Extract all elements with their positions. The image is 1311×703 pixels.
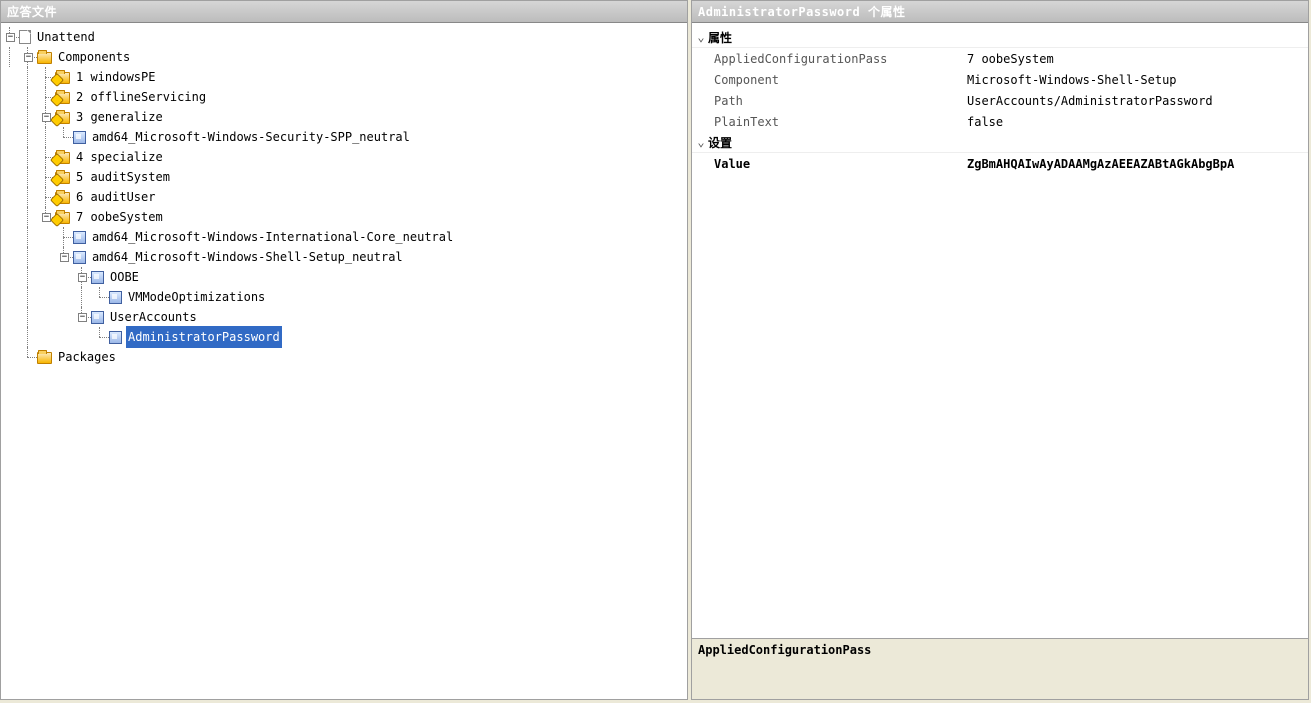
- component-icon: [91, 311, 104, 324]
- tree-label: 5 auditSystem: [74, 166, 172, 188]
- tree-label: 4 specialize: [74, 146, 165, 168]
- category-attributes[interactable]: ⌄ 属性: [692, 27, 1308, 48]
- pass-icon: [55, 152, 70, 164]
- chevron-down-icon[interactable]: ⌄: [694, 135, 708, 149]
- pass-icon: [55, 212, 70, 224]
- property-row-path[interactable]: Path UserAccounts/AdministratorPassword: [692, 90, 1308, 111]
- pass-icon: [55, 172, 70, 184]
- property-row-component[interactable]: Component Microsoft-Windows-Shell-Setup: [692, 69, 1308, 90]
- tree-view[interactable]: − Unattend − Components 1 windowsPE: [1, 23, 687, 699]
- document-icon: [19, 30, 31, 44]
- property-value: 7 oobeSystem: [967, 52, 1308, 66]
- tree-label: 2 offlineServicing: [74, 86, 208, 108]
- pass-icon: [55, 72, 70, 84]
- property-value: Microsoft-Windows-Shell-Setup: [967, 73, 1308, 87]
- tree-node-pass-oobesystem[interactable]: − 7 oobeSystem: [1, 207, 687, 227]
- tree-node-component-intlcore[interactable]: amd64_Microsoft-Windows-International-Co…: [1, 227, 687, 247]
- tree-node-pass-specialize[interactable]: 4 specialize: [1, 147, 687, 167]
- tree-node-useraccounts[interactable]: − UserAccounts: [1, 307, 687, 327]
- tree-label-selected: AdministratorPassword: [126, 326, 282, 348]
- answer-file-panel: 应答文件 − Unattend − Components: [0, 0, 688, 700]
- property-name: Component: [692, 73, 967, 87]
- expander-icon[interactable]: −: [60, 253, 69, 262]
- property-row-value[interactable]: Value ZgBmAHQAIwAyADAAMgAzAEEAZABtAGkAbg…: [692, 153, 1308, 174]
- tree-label: VMModeOptimizations: [126, 286, 267, 308]
- description-panel: AppliedConfigurationPass: [692, 638, 1308, 699]
- tree-node-pass-generalize[interactable]: − 3 generalize: [1, 107, 687, 127]
- component-icon: [73, 251, 86, 264]
- property-value: UserAccounts/AdministratorPassword: [967, 94, 1308, 108]
- tree-node-oobe[interactable]: − OOBE: [1, 267, 687, 287]
- tree-label: 7 oobeSystem: [74, 206, 165, 228]
- component-icon: [91, 271, 104, 284]
- tree-node-vmmode[interactable]: VMModeOptimizations: [1, 287, 687, 307]
- tree-label: Unattend: [35, 26, 97, 48]
- tree-label: amd64_Microsoft-Windows-Shell-Setup_neut…: [90, 246, 405, 268]
- component-icon: [109, 291, 122, 304]
- properties-panel: AdministratorPassword 个属性 ⌄ 属性 AppliedCo…: [691, 0, 1309, 700]
- left-panel-title: 应答文件: [1, 1, 687, 23]
- property-value[interactable]: ZgBmAHQAIwAyADAAMgAzAEEAZABtAGkAbgBpA: [967, 157, 1308, 171]
- tree-label: 3 generalize: [74, 106, 165, 128]
- description-title: AppliedConfigurationPass: [698, 643, 1302, 657]
- pass-icon: [55, 192, 70, 204]
- property-name: Value: [692, 157, 967, 171]
- component-icon: [73, 231, 86, 244]
- tree-label: UserAccounts: [108, 306, 199, 328]
- tree-node-components[interactable]: − Components: [1, 47, 687, 67]
- property-name: AppliedConfigurationPass: [692, 52, 967, 66]
- tree-label: amd64_Microsoft-Windows-Security-SPP_neu…: [90, 126, 412, 148]
- component-icon: [109, 331, 122, 344]
- pass-icon: [55, 112, 70, 124]
- tree-label: Components: [56, 46, 132, 68]
- category-label: 属性: [708, 29, 732, 46]
- property-row-plaintext[interactable]: PlainText false: [692, 111, 1308, 132]
- component-icon: [73, 131, 86, 144]
- tree-node-administratorpassword[interactable]: AdministratorPassword: [1, 327, 687, 347]
- expander-icon[interactable]: −: [6, 33, 15, 42]
- right-panel-title: AdministratorPassword 个属性: [692, 1, 1308, 23]
- tree-label: OOBE: [108, 266, 141, 288]
- pass-icon: [55, 92, 70, 104]
- expander-icon[interactable]: −: [42, 213, 51, 222]
- tree-label: 1 windowsPE: [74, 66, 157, 88]
- expander-icon[interactable]: −: [42, 113, 51, 122]
- property-row-appliedpass[interactable]: AppliedConfigurationPass 7 oobeSystem: [692, 48, 1308, 69]
- tree-label: Packages: [56, 346, 118, 368]
- folder-icon: [37, 352, 52, 364]
- tree-node-packages[interactable]: Packages: [1, 347, 687, 367]
- category-label: 设置: [708, 134, 732, 151]
- tree-node-component-spp[interactable]: amd64_Microsoft-Windows-Security-SPP_neu…: [1, 127, 687, 147]
- folder-icon: [37, 52, 52, 64]
- tree-label: 6 auditUser: [74, 186, 157, 208]
- expander-icon[interactable]: −: [78, 273, 87, 282]
- tree-label: amd64_Microsoft-Windows-International-Co…: [90, 226, 455, 248]
- category-settings[interactable]: ⌄ 设置: [692, 132, 1308, 153]
- tree-node-pass-offlineservicing[interactable]: 2 offlineServicing: [1, 87, 687, 107]
- property-grid[interactable]: ⌄ 属性 AppliedConfigurationPass 7 oobeSyst…: [692, 23, 1308, 638]
- tree-node-pass-auditsystem[interactable]: 5 auditSystem: [1, 167, 687, 187]
- property-name: Path: [692, 94, 967, 108]
- tree-node-component-shellsetup[interactable]: − amd64_Microsoft-Windows-Shell-Setup_ne…: [1, 247, 687, 267]
- chevron-down-icon[interactable]: ⌄: [694, 30, 708, 44]
- property-value: false: [967, 115, 1308, 129]
- tree-node-pass-windowspe[interactable]: 1 windowsPE: [1, 67, 687, 87]
- property-name: PlainText: [692, 115, 967, 129]
- tree-node-pass-audituser[interactable]: 6 auditUser: [1, 187, 687, 207]
- tree-node-unattend[interactable]: − Unattend: [1, 27, 687, 47]
- expander-icon[interactable]: −: [78, 313, 87, 322]
- expander-icon[interactable]: −: [24, 53, 33, 62]
